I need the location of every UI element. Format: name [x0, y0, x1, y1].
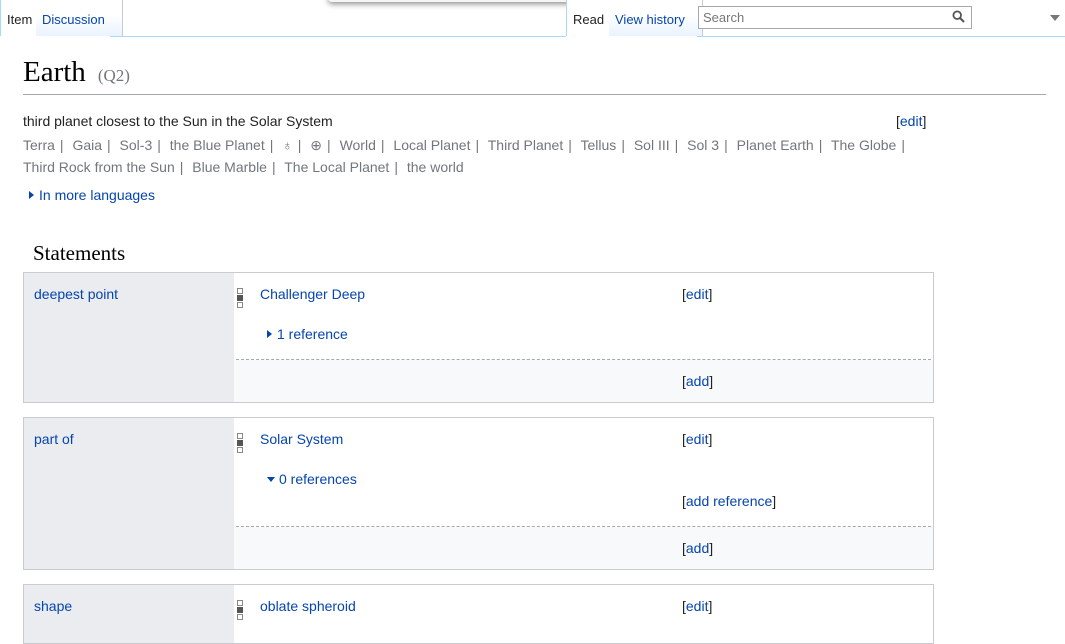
add-reference-link[interactable]: [add reference] — [682, 493, 776, 509]
alias: Sol 3 — [687, 137, 720, 153]
add-label[interactable]: add — [686, 540, 709, 556]
references-toggle[interactable]: 0 references — [267, 471, 357, 487]
statements-heading: Statements — [33, 241, 126, 265]
alias: ⊕ — [310, 137, 323, 153]
property-link[interactable]: shape — [34, 598, 72, 614]
add-reference-label[interactable]: add reference — [686, 493, 772, 509]
edit-label[interactable]: edit — [900, 113, 923, 129]
alias: Gaia — [72, 137, 103, 153]
tab-underline — [110, 36, 566, 37]
statement: oblate spheroid [edit] — [234, 585, 933, 643]
alias: Planet Earth — [736, 137, 814, 153]
collapse-arrow-icon — [267, 477, 275, 482]
top-navigation: Item Discussion Read View history — [0, 0, 1065, 37]
property-link[interactable]: deepest point — [34, 286, 118, 302]
statement-edit-link[interactable]: [edit] — [682, 431, 712, 447]
add-row: [add] — [234, 527, 933, 569]
property-cell: shape — [24, 585, 234, 643]
statement-group: shape oblate spheroid [edit] — [23, 584, 934, 644]
more-menu-dropdown-icon[interactable] — [1050, 15, 1060, 21]
edit-label[interactable]: edit — [686, 598, 709, 614]
expand-arrow-icon — [29, 191, 34, 199]
add-value-link[interactable]: [add] — [682, 373, 713, 389]
statement-edit-link[interactable]: [edit] — [682, 286, 712, 302]
rank-selector-icon[interactable] — [237, 288, 243, 308]
tab-view-history[interactable]: View history — [609, 0, 703, 36]
statement: Challenger Deep [edit] 1 reference [add] — [234, 273, 933, 402]
alias: The Globe — [830, 137, 897, 153]
alias: Sol-3 — [119, 137, 153, 153]
search-box[interactable] — [698, 6, 972, 29]
more-languages-toggle[interactable]: In more languages — [29, 187, 155, 203]
alias: Sol III — [633, 137, 670, 153]
search-input[interactable] — [699, 7, 943, 28]
tab-discussion[interactable]: Discussion — [36, 0, 123, 36]
alias: Terra — [23, 137, 55, 153]
alias: Blue Marble — [192, 159, 267, 175]
expand-arrow-icon — [267, 330, 272, 338]
alias: the Blue Planet — [169, 137, 265, 153]
more-languages-label[interactable]: In more languages — [39, 187, 155, 203]
page-heading: Earth (Q2) — [23, 56, 1046, 95]
statement-group: part of Solar System [edit] 0 references… — [23, 417, 934, 570]
tab-underline-right — [697, 36, 1065, 37]
alias-list: Terra | Gaia | Sol-3 | the Blue Planet | ♁ | … — [23, 137, 905, 175]
references-label[interactable]: 0 references — [279, 471, 357, 487]
description-edit-link[interactable]: [edit] — [896, 113, 926, 129]
add-row: [add] — [234, 360, 933, 402]
alias: ♁ — [282, 137, 293, 153]
references-toggle[interactable]: 1 reference — [267, 326, 348, 342]
statement-edit-link[interactable]: [edit] — [682, 598, 712, 614]
page-title: Earth — [23, 56, 86, 88]
property-cell: deepest point — [24, 273, 234, 402]
alias: Third Rock from the Sun — [23, 159, 175, 175]
statement-value[interactable]: Solar System — [260, 431, 343, 447]
statement-value[interactable]: Challenger Deep — [260, 286, 365, 302]
add-value-link[interactable]: [add] — [682, 540, 713, 556]
tab-item[interactable]: Item — [0, 0, 40, 36]
edit-label[interactable]: edit — [686, 286, 709, 302]
add-label[interactable]: add — [686, 373, 709, 389]
entity-description: third planet closest to the Sun in the S… — [23, 113, 333, 129]
rank-selector-icon[interactable] — [237, 600, 243, 620]
alias: Local Planet — [393, 137, 471, 153]
statement-group: deepest point Challenger Deep [edit] 1 r… — [23, 272, 934, 403]
property-cell: part of — [24, 418, 234, 569]
property-link[interactable]: part of — [34, 431, 74, 447]
alias: the world — [406, 159, 464, 175]
entity-id: (Q2) — [97, 66, 130, 85]
references-label[interactable]: 1 reference — [277, 326, 348, 342]
alias: Tellus — [580, 137, 617, 153]
edit-label[interactable]: edit — [686, 431, 709, 447]
statement-value[interactable]: oblate spheroid — [260, 598, 356, 614]
search-icon[interactable] — [952, 10, 965, 23]
alias: The Local Planet — [284, 159, 390, 175]
alias: Third Planet — [487, 137, 564, 153]
tab-discussion-label[interactable]: Discussion — [42, 12, 105, 27]
tab-read[interactable]: Read — [566, 0, 612, 36]
statement: Solar System [edit] 0 references [add re… — [234, 418, 933, 569]
alias: World — [339, 137, 376, 153]
rank-selector-icon[interactable] — [237, 433, 243, 453]
tab-view-history-label[interactable]: View history — [615, 12, 685, 27]
